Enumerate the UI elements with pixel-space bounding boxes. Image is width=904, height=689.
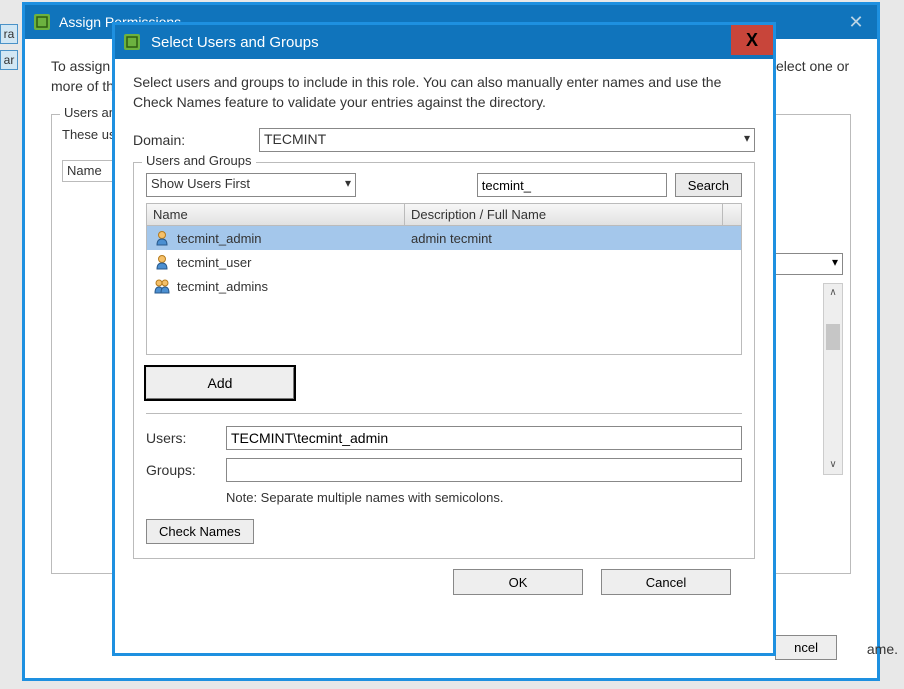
parent-cancel-button[interactable]: ncel bbox=[775, 635, 837, 660]
scroll-up-icon[interactable]: ∧ bbox=[826, 286, 840, 300]
row-desc bbox=[405, 285, 741, 287]
users-grid: Name Description / Full Name tecmint_adm… bbox=[146, 203, 742, 355]
row-name: tecmint_admin bbox=[177, 231, 262, 246]
scroll-thumb[interactable] bbox=[826, 324, 840, 350]
domain-row: Domain: TECMINT bbox=[133, 128, 755, 152]
domain-value: TECMINT bbox=[264, 131, 326, 147]
col-name-header[interactable]: Name bbox=[147, 204, 405, 225]
vsphere-icon bbox=[33, 13, 51, 31]
child-title: Select Users and Groups bbox=[151, 34, 319, 51]
select-users-dialog: Select Users and Groups X Select users a… bbox=[112, 22, 776, 656]
child-footer: OK Cancel bbox=[133, 559, 755, 595]
table-row[interactable]: tecmint_admin admin tecmint bbox=[147, 226, 741, 250]
row-name: tecmint_user bbox=[177, 255, 251, 270]
users-input[interactable] bbox=[226, 426, 742, 450]
scroll-down-icon[interactable]: ∨ bbox=[826, 458, 840, 472]
user-icon bbox=[153, 229, 171, 247]
table-row[interactable]: tecmint_admins bbox=[147, 274, 741, 298]
col-scroll-gutter bbox=[723, 204, 741, 225]
table-row[interactable]: tecmint_user bbox=[147, 250, 741, 274]
separator bbox=[146, 413, 742, 414]
search-input[interactable] bbox=[477, 173, 667, 197]
show-filter-select[interactable]: Show Users First bbox=[146, 173, 356, 197]
row-desc: admin tecmint bbox=[405, 230, 741, 247]
groups-label: Groups: bbox=[146, 462, 226, 478]
row-name: tecmint_admins bbox=[177, 279, 268, 294]
groups-input[interactable] bbox=[226, 458, 742, 482]
show-filter-value: Show Users First bbox=[151, 176, 250, 191]
users-groups-fieldset: Users and Groups Show Users First Search… bbox=[133, 162, 755, 559]
note-text: Note: Separate multiple names with semic… bbox=[226, 490, 742, 505]
check-names-button[interactable]: Check Names bbox=[146, 519, 254, 544]
bg-text-fragment: ame. bbox=[867, 641, 898, 657]
users-row: Users: bbox=[146, 426, 742, 450]
child-desc: Select users and groups to include in th… bbox=[133, 73, 755, 112]
ok-button[interactable]: OK bbox=[453, 569, 583, 595]
cancel-button[interactable]: Cancel bbox=[601, 569, 731, 595]
grid-header: Name Description / Full Name bbox=[147, 204, 741, 226]
child-titlebar: Select Users and Groups X bbox=[115, 25, 773, 59]
child-body: Select users and groups to include in th… bbox=[115, 59, 773, 607]
filter-row: Show Users First Search bbox=[146, 173, 742, 197]
group-icon bbox=[153, 277, 171, 295]
parent-close-button[interactable]: ✕ bbox=[841, 11, 871, 33]
parent-role-dropdown[interactable] bbox=[771, 253, 843, 275]
grid-body: tecmint_adminadmin tecminttecmint_userte… bbox=[147, 226, 741, 354]
domain-label: Domain: bbox=[133, 132, 259, 148]
vsphere-icon bbox=[123, 33, 141, 51]
groups-row: Groups: bbox=[146, 458, 742, 482]
col-desc-header[interactable]: Description / Full Name bbox=[405, 204, 723, 225]
search-button[interactable]: Search bbox=[675, 173, 742, 197]
user-icon bbox=[153, 253, 171, 271]
domain-select[interactable]: TECMINT bbox=[259, 128, 755, 152]
add-button[interactable]: Add bbox=[146, 367, 294, 399]
child-close-button[interactable]: X bbox=[731, 25, 773, 55]
users-groups-legend: Users and Groups bbox=[142, 153, 256, 168]
bg-tab-a: ra bbox=[0, 24, 18, 44]
row-desc bbox=[405, 261, 741, 263]
parent-scrollbar[interactable]: ∧ ∨ bbox=[823, 283, 843, 475]
users-label: Users: bbox=[146, 430, 226, 446]
bg-tab-b: ar bbox=[0, 50, 18, 70]
